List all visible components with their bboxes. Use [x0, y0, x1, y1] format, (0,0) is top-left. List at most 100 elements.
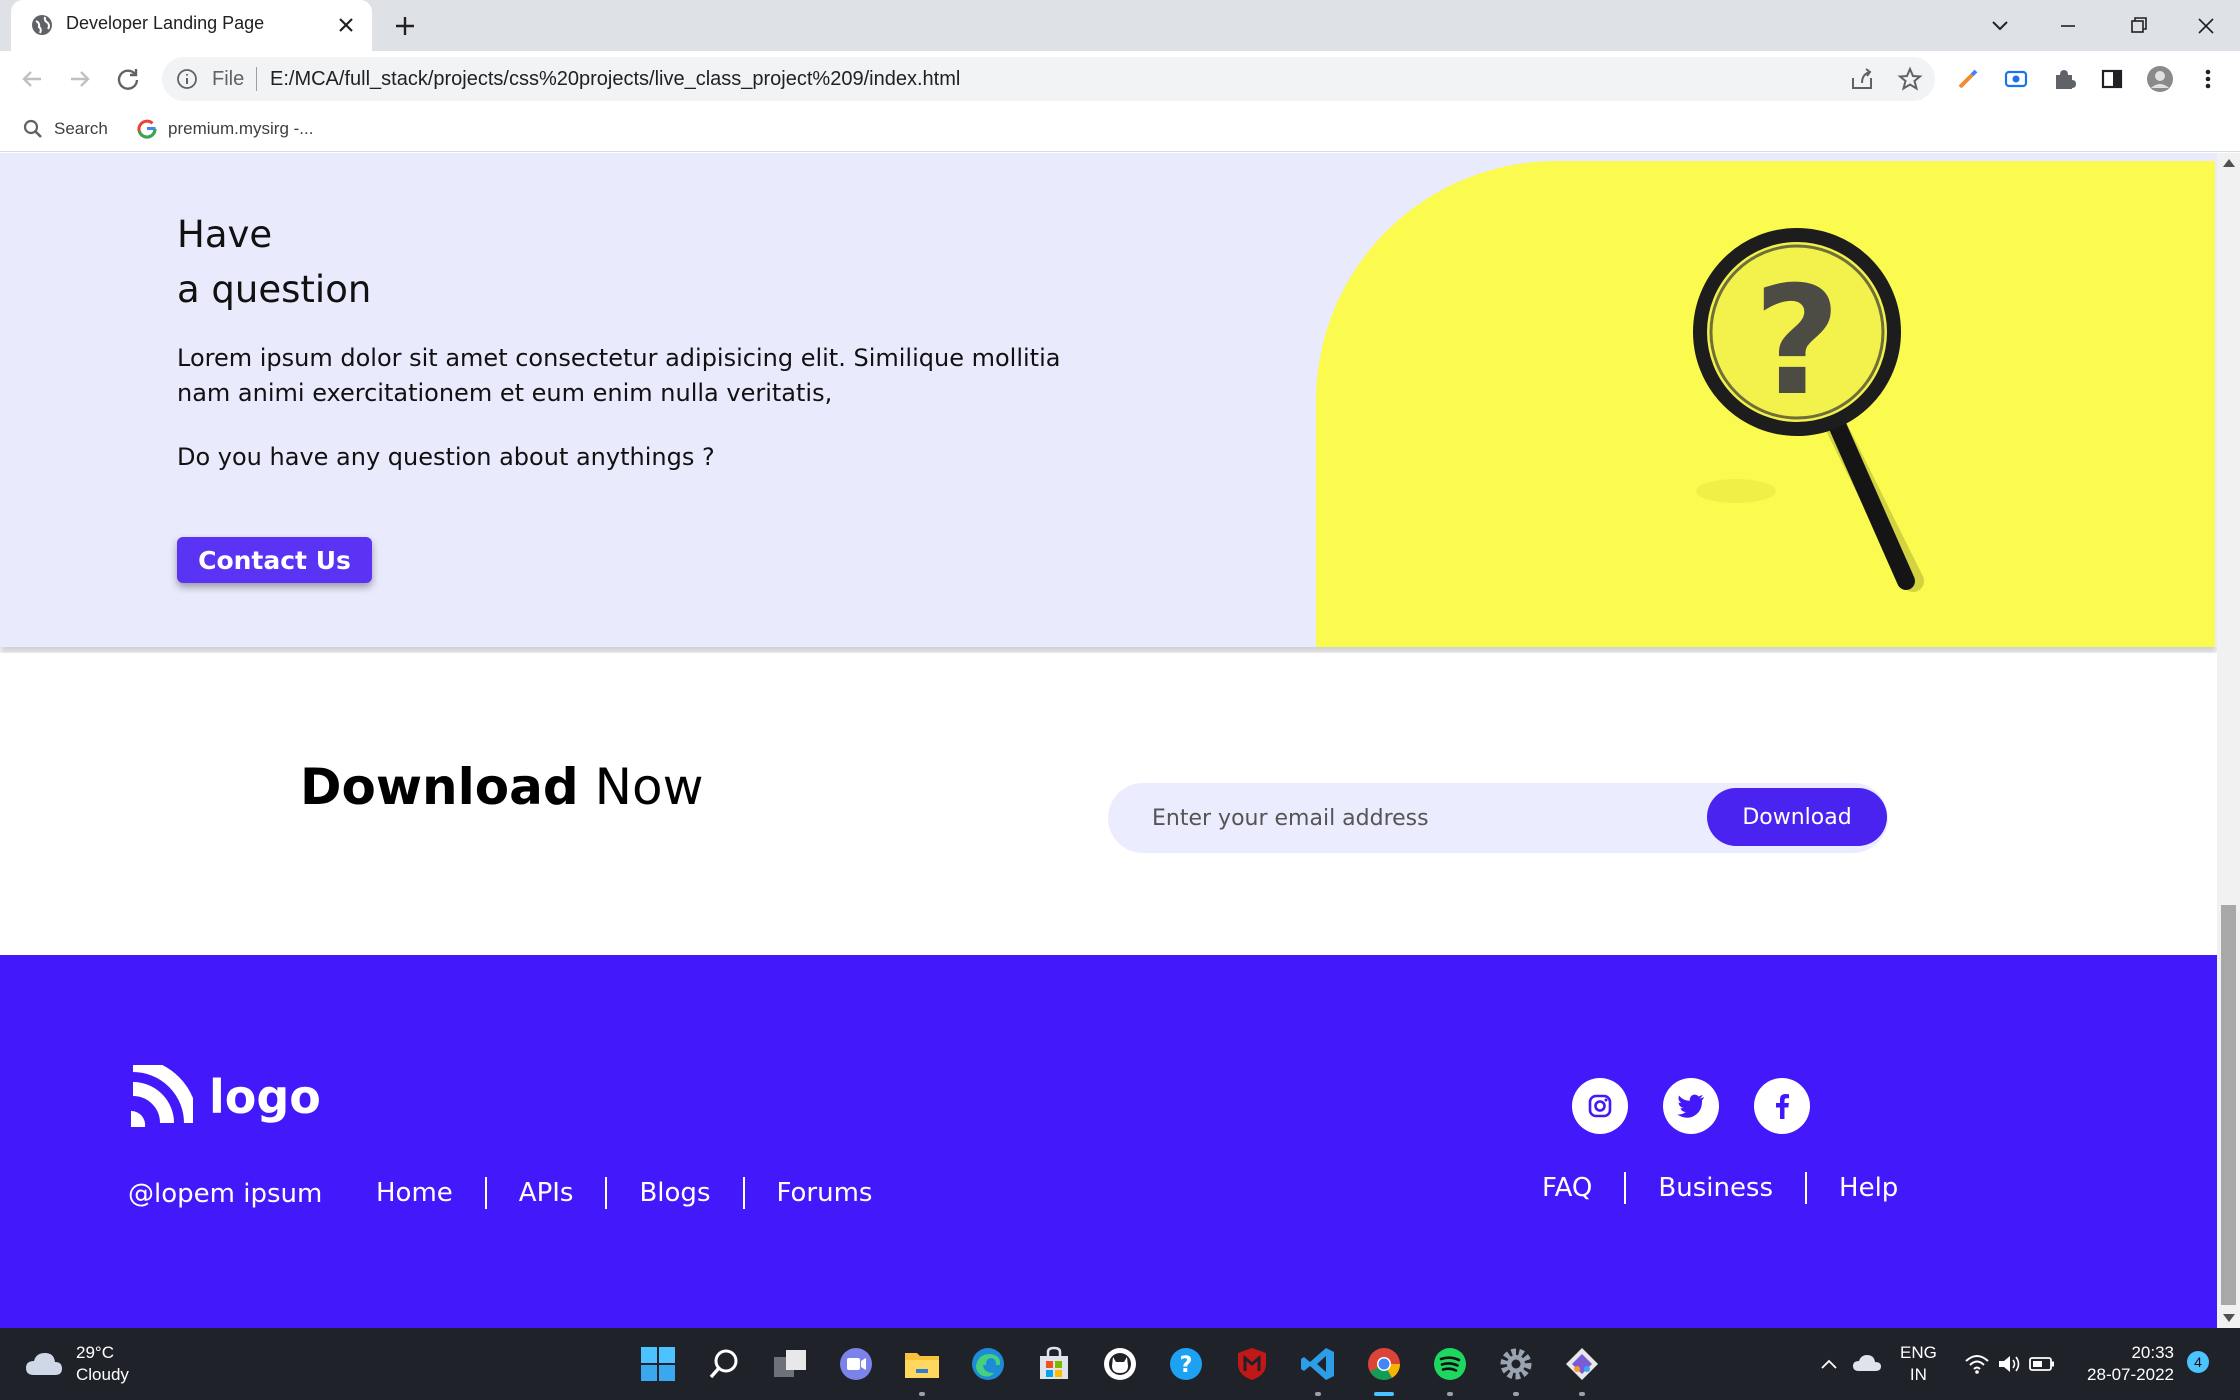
get-help-app[interactable]: ? — [1164, 1342, 1208, 1386]
windows-taskbar: 29°C Cloudy ? ENG IN 20:33 28-07-2022 4 — [0, 1328, 2240, 1400]
vscode-icon — [1301, 1348, 1334, 1380]
page-viewport: Have a question Lorem ipsum dolor sit am… — [0, 153, 2217, 1328]
color-picker-extension-icon[interactable] — [1953, 64, 1983, 94]
close-window-icon[interactable] — [2186, 8, 2226, 44]
contact-us-button[interactable]: Contact Us — [177, 537, 372, 583]
tab-search-icon[interactable] — [1980, 8, 2020, 44]
globe-icon — [32, 15, 52, 35]
vscode-app[interactable] — [1296, 1342, 1340, 1396]
battery-icon[interactable] — [2028, 1352, 2056, 1376]
facebook-button[interactable] — [1754, 1078, 1810, 1134]
twitter-icon — [1677, 1094, 1704, 1118]
instagram-icon — [1588, 1094, 1612, 1118]
tab-title: Developer Landing Page — [66, 13, 265, 33]
footer: logo @lopem ipsum Home APIs Blogs Forums… — [0, 955, 2217, 1328]
gear-icon — [1500, 1348, 1532, 1380]
task-view[interactable] — [768, 1342, 812, 1386]
share-icon[interactable] — [1847, 64, 1877, 94]
logo-icon — [131, 1065, 193, 1127]
footer-link-faq[interactable]: FAQ — [1510, 1173, 1624, 1203]
bookmark-search-label: Search — [54, 119, 108, 138]
profile-avatar-icon[interactable] — [2145, 64, 2175, 94]
email-input[interactable] — [1152, 801, 1672, 835]
reload-icon[interactable] — [112, 63, 144, 95]
wifi-icon[interactable] — [1964, 1352, 1990, 1376]
footer-logo[interactable]: logo — [127, 1065, 321, 1129]
browser-tab[interactable]: Developer Landing Page — [11, 0, 372, 51]
footer-nav-forums[interactable]: Forums — [745, 1178, 905, 1208]
region-code: IN — [1909, 1365, 1927, 1384]
download-heading: Download Now — [300, 758, 703, 816]
svg-text:?: ? — [1180, 1353, 1193, 1378]
chrome-icon — [1368, 1348, 1400, 1380]
page-scrollbar[interactable] — [2217, 153, 2240, 1328]
chrome-app[interactable] — [1362, 1342, 1406, 1396]
edge-browser[interactable] — [966, 1342, 1010, 1386]
side-panel-icon[interactable] — [2097, 64, 2127, 94]
settings-app[interactable] — [1494, 1342, 1538, 1396]
new-tab-icon[interactable] — [390, 11, 420, 41]
clock-time: 20:33 — [2131, 1343, 2174, 1362]
forward-icon[interactable] — [64, 63, 96, 95]
notification-badge[interactable]: 4 — [2187, 1351, 2209, 1373]
language-indicator[interactable]: ENG IN — [1900, 1342, 1937, 1386]
snipping-tool-icon — [1566, 1348, 1598, 1380]
weather-temperature: 29°C — [76, 1343, 114, 1362]
edge-icon — [972, 1348, 1004, 1380]
minimize-icon[interactable] — [2048, 8, 2088, 44]
mcafee-shield-icon — [1238, 1348, 1266, 1380]
url-text[interactable]: E:/MCA/full_stack/projects/css%20project… — [270, 68, 960, 91]
info-icon[interactable] — [176, 68, 198, 90]
menu-kebab-icon[interactable] — [2193, 64, 2223, 94]
footer-nav-home[interactable]: Home — [344, 1178, 485, 1208]
instagram-button[interactable] — [1572, 1078, 1628, 1134]
back-icon[interactable] — [16, 63, 48, 95]
chevron-up-icon[interactable] — [1818, 1354, 1840, 1374]
question-heading: Have a question — [177, 207, 371, 317]
question-heading-line2: a question — [177, 268, 372, 311]
language-code: ENG — [1900, 1343, 1937, 1362]
omnibox-divider — [256, 67, 257, 91]
twitter-button[interactable] — [1663, 1078, 1719, 1134]
screen-recorder-extension-icon[interactable] — [2001, 64, 2031, 94]
footer-nav-blogs[interactable]: Blogs — [607, 1178, 742, 1208]
bookmark-premium[interactable]: premium.mysirg -... — [136, 115, 313, 143]
onedrive-cloud-icon[interactable] — [1852, 1352, 1882, 1374]
search-icon — [709, 1349, 738, 1379]
scrollbar-thumb[interactable] — [2221, 905, 2236, 1305]
store-icon — [1040, 1346, 1068, 1379]
footer-nav-apis[interactable]: APIs — [487, 1178, 606, 1208]
google-icon — [137, 119, 157, 139]
bookmarks-bar: Search premium.mysirg -... — [0, 108, 2240, 152]
github-icon — [1104, 1348, 1136, 1380]
extensions-puzzle-icon[interactable] — [2049, 64, 2079, 94]
weather-widget[interactable]: 29°C Cloudy — [24, 1342, 129, 1386]
snipping-tool-app[interactable] — [1560, 1342, 1604, 1396]
spotify-app[interactable] — [1428, 1342, 1472, 1396]
taskbar-search[interactable] — [702, 1342, 746, 1386]
footer-link-help[interactable]: Help — [1807, 1173, 1930, 1203]
question-body: Lorem ipsum dolor sit amet consectetur a… — [177, 344, 1061, 407]
microsoft-store[interactable] — [1032, 1342, 1076, 1386]
address-bar[interactable]: File E:/MCA/full_stack/projects/css%20pr… — [162, 57, 1935, 101]
teams-chat[interactable] — [834, 1342, 878, 1386]
github-app[interactable] — [1098, 1342, 1142, 1386]
svg-text:?: ? — [1753, 255, 1840, 429]
scroll-up-icon[interactable] — [2223, 159, 2235, 167]
clock-date: 28-07-2022 — [2087, 1365, 2174, 1384]
close-tab-icon[interactable] — [333, 12, 359, 38]
file-explorer[interactable] — [900, 1342, 944, 1396]
volume-icon[interactable] — [1996, 1352, 2022, 1376]
start-button[interactable] — [636, 1342, 680, 1386]
mcafee-app[interactable] — [1230, 1342, 1274, 1386]
scroll-down-icon[interactable] — [2223, 1314, 2235, 1322]
bookmark-premium-label: premium.mysirg -... — [168, 119, 314, 138]
search-icon — [23, 119, 42, 138]
footer-link-business[interactable]: Business — [1626, 1173, 1805, 1203]
download-button[interactable]: Download — [1707, 788, 1887, 846]
bookmark-star-icon[interactable] — [1895, 64, 1925, 94]
clock[interactable]: 20:33 28-07-2022 — [2078, 1342, 2174, 1386]
restore-icon[interactable] — [2118, 8, 2158, 44]
bookmark-search[interactable]: Search — [22, 115, 108, 143]
url-scheme: File — [212, 68, 245, 90]
